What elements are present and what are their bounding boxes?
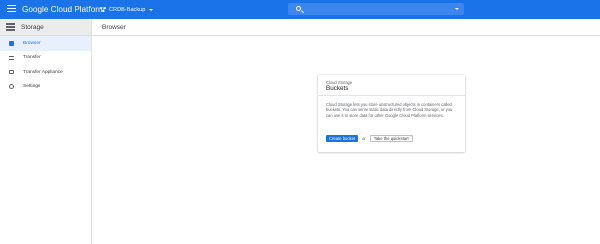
sidebar-title: Storage bbox=[21, 23, 44, 31]
search-options-chevron-icon[interactable] bbox=[455, 8, 459, 10]
card-actions: Create bucket or Take the quickstart bbox=[326, 135, 413, 142]
page-title: Browser bbox=[92, 19, 600, 36]
card-description: Cloud Storage lets you store unstructure… bbox=[326, 102, 453, 118]
sidebar-header: Storage bbox=[0, 19, 91, 36]
take-quickstart-button[interactable]: Take the quickstart bbox=[369, 135, 413, 142]
or-separator: or bbox=[362, 136, 366, 141]
card-title: Buckets bbox=[326, 85, 349, 92]
transfer-icon bbox=[9, 56, 14, 61]
sidebar-item-label: Transfer Appliance bbox=[23, 69, 63, 75]
project-icon bbox=[100, 6, 106, 13]
transfer-appliance-icon bbox=[9, 70, 14, 75]
card-header: Cloud Storage Buckets bbox=[318, 75, 465, 96]
main-content: Browser Cloud Storage Buckets Cloud Stor… bbox=[92, 19, 600, 244]
sidebar-item-transfer-appliance[interactable]: Transfer Appliance bbox=[0, 65, 91, 80]
project-selector[interactable]: CRDB-Backup bbox=[100, 4, 154, 15]
storage-icon bbox=[6, 23, 15, 31]
sidebar-item-label: Settings bbox=[23, 84, 41, 90]
sidebar-item-label: Browser bbox=[23, 40, 41, 46]
app-title[interactable]: Google Cloud Platform bbox=[22, 4, 105, 15]
sidebar-item-label: Transfer bbox=[23, 55, 41, 61]
project-name: CRDB-Backup bbox=[109, 6, 146, 13]
hamburger-menu-icon[interactable] bbox=[7, 5, 16, 14]
sidebar: Storage Browser Transfer Transfer Applia… bbox=[0, 19, 92, 244]
settings-icon bbox=[9, 84, 14, 90]
search-bar[interactable] bbox=[288, 3, 464, 15]
sidebar-item-settings[interactable]: Settings bbox=[0, 80, 91, 95]
search-input[interactable] bbox=[306, 4, 446, 14]
sidebar-item-browser[interactable]: Browser bbox=[0, 36, 91, 51]
search-icon bbox=[296, 6, 301, 11]
sidebar-item-transfer[interactable]: Transfer bbox=[0, 51, 91, 66]
chevron-down-icon bbox=[149, 8, 154, 11]
browser-icon bbox=[9, 40, 14, 46]
buckets-card: Cloud Storage Buckets Cloud Storage lets… bbox=[318, 75, 465, 152]
create-bucket-button[interactable]: Create bucket bbox=[326, 135, 359, 142]
top-app-bar: Google Cloud Platform CRDB-Backup bbox=[0, 0, 600, 19]
